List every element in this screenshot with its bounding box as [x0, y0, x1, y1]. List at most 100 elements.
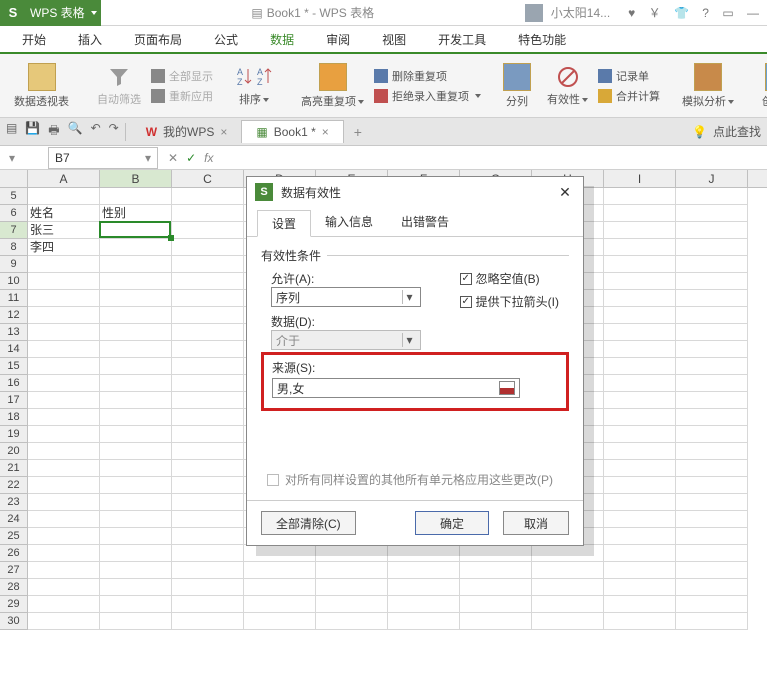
formula-input[interactable] [223, 147, 767, 169]
sort-asc-icon[interactable]: AZ [235, 65, 253, 89]
cell-C17[interactable] [172, 392, 244, 409]
my-wps-close-icon[interactable]: × [220, 125, 227, 139]
cancel-button[interactable]: 取消 [503, 511, 569, 535]
cell-I5[interactable] [604, 188, 676, 205]
cell-C27[interactable] [172, 562, 244, 579]
cell-C10[interactable] [172, 273, 244, 290]
cell-B26[interactable] [100, 545, 172, 562]
cell-C18[interactable] [172, 409, 244, 426]
book1-close-icon[interactable]: × [322, 125, 329, 139]
cell-J14[interactable] [676, 341, 748, 358]
cell-B24[interactable] [100, 511, 172, 528]
cell-I23[interactable] [604, 494, 676, 511]
menu-tab-6[interactable]: 视图 [366, 25, 422, 52]
cell-E29[interactable] [316, 596, 388, 613]
col-header-I[interactable]: I [604, 170, 676, 187]
cell-E30[interactable] [316, 613, 388, 630]
cell-B20[interactable] [100, 443, 172, 460]
row-header-10[interactable]: 10 [0, 273, 28, 290]
cell-F27[interactable] [388, 562, 460, 579]
my-wps-tab[interactable]: W 我的WPS × [132, 119, 242, 144]
cell-J18[interactable] [676, 409, 748, 426]
cell-I28[interactable] [604, 579, 676, 596]
ok-button[interactable]: 确定 [415, 511, 489, 535]
fill-handle[interactable] [168, 235, 174, 241]
cell-C13[interactable] [172, 324, 244, 341]
cell-A14[interactable] [28, 341, 100, 358]
cell-J20[interactable] [676, 443, 748, 460]
range-select-icon[interactable] [499, 381, 515, 395]
cell-A24[interactable] [28, 511, 100, 528]
row-header-20[interactable]: 20 [0, 443, 28, 460]
cell-I20[interactable] [604, 443, 676, 460]
reject-dup-button[interactable]: 拒绝录入重复项 [374, 88, 481, 104]
new-icon[interactable]: ▤ [6, 121, 17, 142]
consolidate-button[interactable]: 合并计算 [598, 88, 660, 104]
cell-I15[interactable] [604, 358, 676, 375]
redo-icon[interactable]: ↷ [109, 121, 119, 142]
cell-A23[interactable] [28, 494, 100, 511]
save-icon[interactable]: 💾 [25, 121, 40, 142]
cell-J21[interactable] [676, 460, 748, 477]
cell-J8[interactable] [676, 239, 748, 256]
cell-B22[interactable] [100, 477, 172, 494]
source-input[interactable]: 男,女 [272, 378, 520, 398]
row-header-9[interactable]: 9 [0, 256, 28, 273]
min-icon[interactable]: — [747, 6, 759, 20]
cell-I19[interactable] [604, 426, 676, 443]
col-header-B[interactable]: B [100, 170, 172, 187]
cell-B25[interactable] [100, 528, 172, 545]
cell-I12[interactable] [604, 307, 676, 324]
cell-J9[interactable] [676, 256, 748, 273]
cell-B10[interactable] [100, 273, 172, 290]
cell-F29[interactable] [388, 596, 460, 613]
cell-I30[interactable] [604, 613, 676, 630]
cell-A22[interactable] [28, 477, 100, 494]
shirt-icon[interactable]: 👕 [674, 6, 689, 20]
pin-icon[interactable]: ▭ [722, 6, 733, 20]
cell-C25[interactable] [172, 528, 244, 545]
cell-J11[interactable] [676, 290, 748, 307]
cell-B5[interactable] [100, 188, 172, 205]
cell-D28[interactable] [244, 579, 316, 596]
cell-A26[interactable] [28, 545, 100, 562]
cell-B16[interactable] [100, 375, 172, 392]
cell-B9[interactable] [100, 256, 172, 273]
cell-I10[interactable] [604, 273, 676, 290]
cell-C20[interactable] [172, 443, 244, 460]
cell-D30[interactable] [244, 613, 316, 630]
cell-I9[interactable] [604, 256, 676, 273]
cell-J16[interactable] [676, 375, 748, 392]
cell-C22[interactable] [172, 477, 244, 494]
cell-C15[interactable] [172, 358, 244, 375]
pivot-table-button[interactable]: 数据透视表 [8, 58, 75, 113]
cell-A7[interactable]: 张三 [28, 222, 100, 239]
cell-H30[interactable] [532, 613, 604, 630]
cell-D29[interactable] [244, 596, 316, 613]
cell-H28[interactable] [532, 579, 604, 596]
row-header-23[interactable]: 23 [0, 494, 28, 511]
cell-A13[interactable] [28, 324, 100, 341]
apply-all-checkbox[interactable] [267, 474, 279, 486]
cell-G30[interactable] [460, 613, 532, 630]
cell-A12[interactable] [28, 307, 100, 324]
cell-I22[interactable] [604, 477, 676, 494]
create-group-button[interactable]: 创建组 [756, 58, 767, 113]
ignore-blank-checkbox[interactable]: ✓ 忽略空值(B) [460, 270, 559, 287]
row-header-16[interactable]: 16 [0, 375, 28, 392]
menu-tab-5[interactable]: 审阅 [310, 25, 366, 52]
cell-A16[interactable] [28, 375, 100, 392]
cell-C16[interactable] [172, 375, 244, 392]
help-icon[interactable]: ? [702, 6, 709, 20]
cell-J29[interactable] [676, 596, 748, 613]
cell-B19[interactable] [100, 426, 172, 443]
row-header-12[interactable]: 12 [0, 307, 28, 324]
click-search-link[interactable]: 点此查找 [713, 123, 761, 140]
row-header-28[interactable]: 28 [0, 579, 28, 596]
cell-I8[interactable] [604, 239, 676, 256]
cell-C9[interactable] [172, 256, 244, 273]
menu-tab-1[interactable]: 插入 [62, 25, 118, 52]
cell-C30[interactable] [172, 613, 244, 630]
row-header-29[interactable]: 29 [0, 596, 28, 613]
cell-I25[interactable] [604, 528, 676, 545]
